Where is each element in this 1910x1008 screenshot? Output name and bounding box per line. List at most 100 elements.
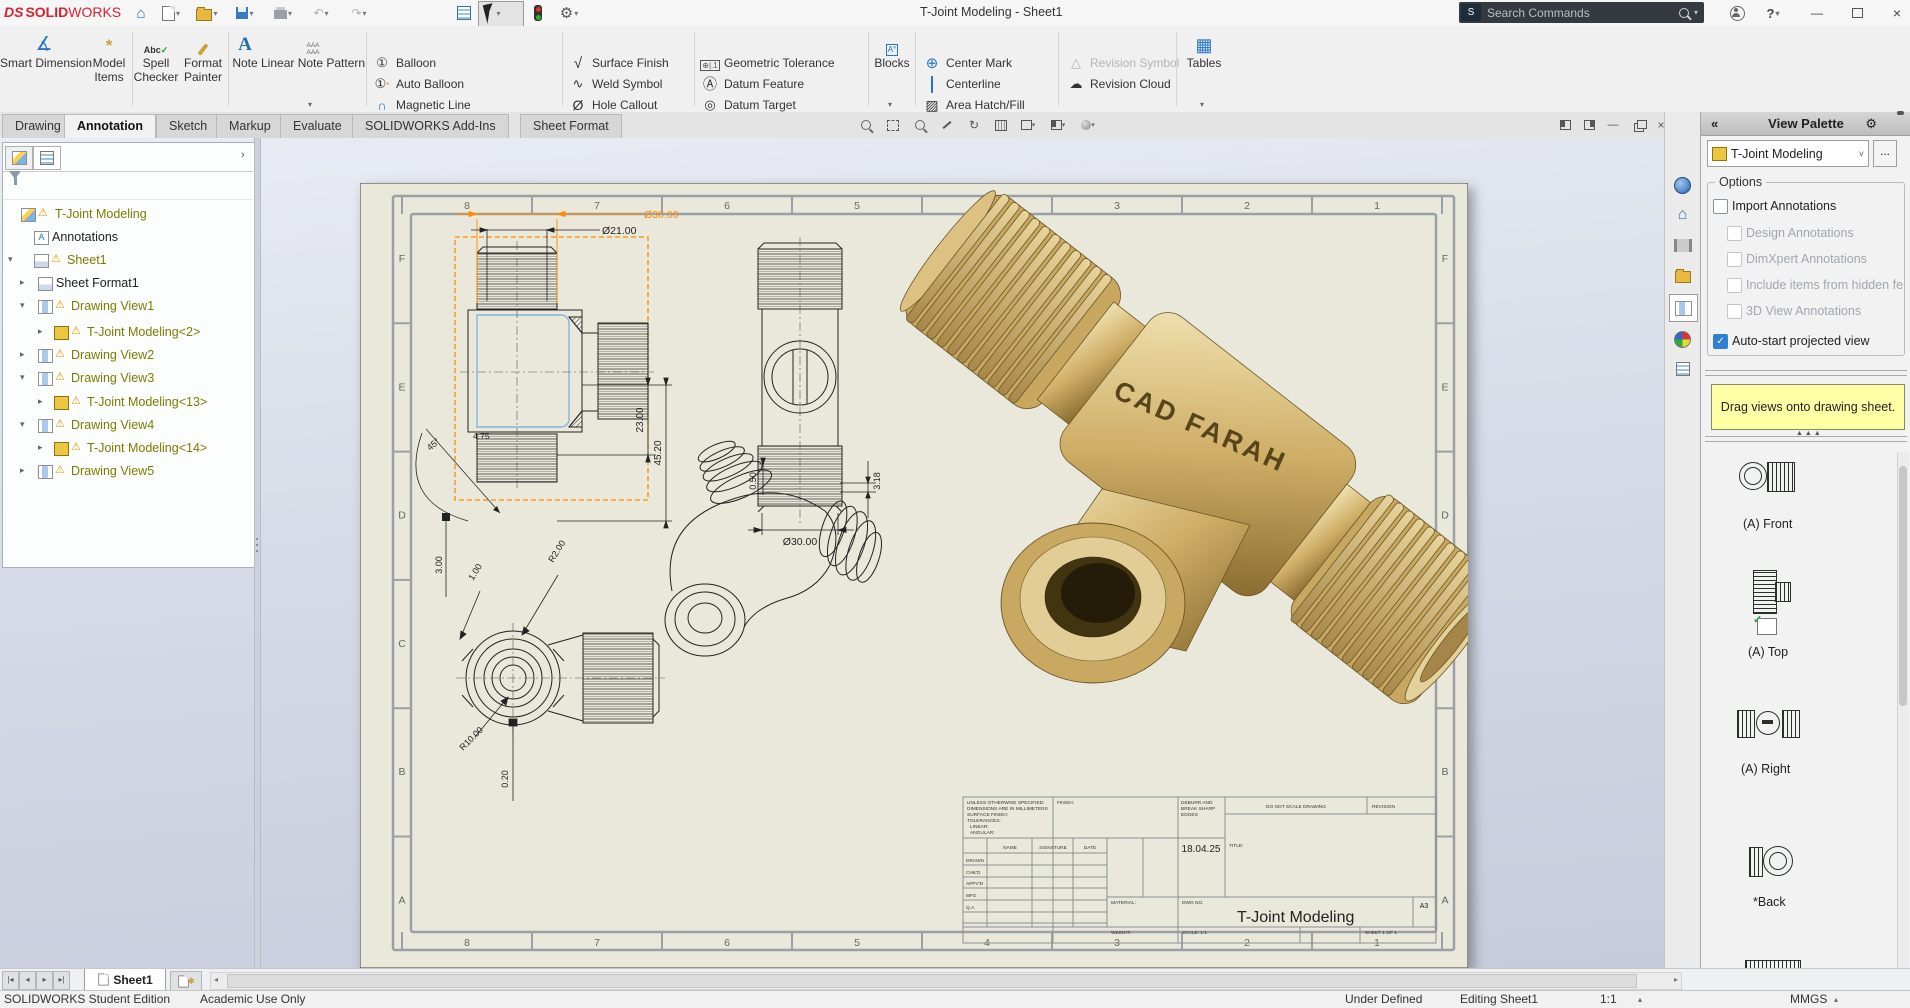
tree-item-drawing-view5[interactable]: ▸ ⚠ Drawing View5 <box>3 462 255 481</box>
note-button[interactable]: A Note <box>229 30 261 70</box>
tree-item-drawing-view3[interactable]: ▾ ⚠ Drawing View3 <box>3 369 255 388</box>
zoom-to-area-icon[interactable] <box>883 116 903 134</box>
close-button[interactable]: × <box>1886 3 1908 23</box>
resize-grip-dots[interactable]: ▲▲▲ <box>1796 430 1823 437</box>
rotate-view-icon[interactable]: ↻ <box>964 116 984 134</box>
file-properties-button[interactable] <box>453 3 475 23</box>
search-controls[interactable]: ▾ <box>1679 8 1698 18</box>
smart-dimension-button[interactable]: ∡ Smart Dimension <box>0 30 88 70</box>
tree-item-root[interactable]: ⚠ T-Joint Modeling <box>3 205 255 224</box>
dock-pane-left-icon[interactable] <box>1556 118 1574 132</box>
dimension-label[interactable]: Ø21.00 <box>602 225 637 237</box>
home-button[interactable]: ⌂ <box>130 3 152 23</box>
panel-splitter[interactable] <box>254 138 261 968</box>
last-sheet-button[interactable]: ▸| <box>53 971 70 990</box>
scroll-left-arrow[interactable]: ◂ <box>214 975 218 984</box>
group-expand-caret[interactable]: ▾ <box>308 100 312 109</box>
design-annotations-checkbox[interactable] <box>1727 226 1742 241</box>
datum-feature-button[interactable]: ⒶDatum Feature <box>700 74 804 94</box>
thumbnail-front-view[interactable] <box>1739 460 1797 492</box>
blocks-button[interactable]: A° Blocks <box>870 30 914 70</box>
minimize-button[interactable]: — <box>1806 3 1828 23</box>
collapse-pane-icon[interactable]: « <box>1711 112 1718 135</box>
custom-properties-icon[interactable] <box>1669 356 1696 382</box>
tree-item-sheet1[interactable]: ▾ ⚠ Sheet1 <box>3 251 255 270</box>
center-mark-button[interactable]: ⊕Center Mark <box>922 53 1012 73</box>
view-palette-pane-icon[interactable] <box>1669 294 1698 322</box>
tab-annotation[interactable]: Annotation <box>64 114 156 138</box>
dimension-label[interactable]: Ø30.00 <box>783 536 818 548</box>
expand-arrow-icon[interactable]: ▸ <box>38 326 43 337</box>
user-account-icon[interactable] <box>1726 3 1748 23</box>
zoom-in-out-icon[interactable] <box>910 116 930 134</box>
tree-item-annotations[interactable]: A Annotations <box>3 228 255 247</box>
expand-arrow-icon[interactable]: ▸ <box>20 465 25 476</box>
display-style-icon[interactable]: ▾ <box>1048 116 1068 134</box>
next-sheet-button[interactable]: ▸ <box>36 971 53 990</box>
sheet-scale-selector[interactable]: 1:1 <box>1600 992 1617 1006</box>
tree-item-drawing-view2[interactable]: ▸ ⚠ Drawing View2 <box>3 346 255 365</box>
expand-arrow-icon[interactable]: ▸ <box>38 396 43 407</box>
thumbnail-right-view[interactable] <box>1737 710 1799 736</box>
scroll-right-arrow[interactable]: ▸ <box>1674 975 1678 984</box>
add-sheet-tab[interactable]: ✱ <box>170 971 202 991</box>
options-gear-button[interactable]: ⚙▾ <box>558 3 580 23</box>
undo-button[interactable]: ↶▾ <box>310 3 332 23</box>
tab-markup[interactable]: Markup <box>216 114 284 138</box>
drawing-sheet[interactable]: 8877665544332211FFEEDDCCBBAA <box>360 183 1468 968</box>
tree-item-part-ref-2[interactable]: ▸ ⚠ T-Joint Modeling<2> <box>3 323 255 342</box>
view-palette-header[interactable]: « View Palette ⚙ <box>1701 112 1910 136</box>
dimension-label[interactable]: 23.00 <box>635 407 646 432</box>
dimension-label[interactable]: 4.75 <box>473 431 490 441</box>
expand-arrow-icon[interactable]: ▸ <box>20 349 25 360</box>
feature-tree-tab[interactable] <box>5 146 33 170</box>
property-tab[interactable] <box>33 146 61 170</box>
3d-view-annotations-checkbox[interactable] <box>1727 304 1742 319</box>
select-cursor-icon[interactable]: ▾ <box>482 3 504 23</box>
expand-arrow-icon[interactable]: ▸ <box>20 277 25 288</box>
tab-sketch[interactable]: Sketch <box>156 114 220 138</box>
tree-item-part-ref-14[interactable]: ▸ ⚠ T-Joint Modeling<14> <box>3 439 255 458</box>
include-hidden-features-checkbox[interactable] <box>1727 278 1742 293</box>
dimension-label[interactable]: 3.00 <box>434 556 444 574</box>
first-sheet-button[interactable]: |◂ <box>2 971 19 990</box>
dimension-label[interactable]: 45.20 <box>653 440 664 465</box>
tables-expand-caret[interactable]: ▾ <box>1200 100 1204 109</box>
centerline-button[interactable]: Centerline <box>922 74 1001 94</box>
revision-cloud-button[interactable]: ☁Revision Cloud <box>1066 74 1171 94</box>
spell-checker-button[interactable]: Abc✓ SpellChecker <box>133 30 179 84</box>
auto-balloon-button[interactable]: ①*Auto Balloon <box>372 74 464 94</box>
thumbnail-back-view[interactable] <box>1749 844 1795 878</box>
balloon-button[interactable]: ①Balloon <box>372 53 436 73</box>
dimension-label[interactable]: 3.18 <box>872 472 882 490</box>
tree-item-drawing-view1[interactable]: ▾ ⚠ Drawing View1 <box>3 297 255 316</box>
tab-sheet-format[interactable]: Sheet Format <box>520 114 622 138</box>
units-selector[interactable]: MMGS <box>1790 992 1827 1006</box>
save-button[interactable]: ▾ <box>234 3 256 23</box>
expand-panel-chevron[interactable]: › <box>241 149 245 161</box>
revision-symbol-button[interactable]: △Revision Symbol <box>1066 53 1179 73</box>
sheet1-tab[interactable]: Sheet1 <box>84 969 166 991</box>
new-document-button[interactable]: ▾ <box>160 3 182 23</box>
redo-button[interactable]: ↷▾ <box>348 3 370 23</box>
collapse-arrow-icon[interactable]: ▾ <box>20 372 25 383</box>
palette-scrollbar[interactable] <box>1897 452 1909 990</box>
linear-note-pattern-button[interactable]: AAAAAA Linear Note Pattern <box>261 30 365 70</box>
import-annotations-checkbox[interactable] <box>1713 199 1728 214</box>
search-commands-box[interactable]: S Search Commands ▾ <box>1459 2 1704 23</box>
document-selector-dropdown[interactable]: T-Joint Modeling ˅ <box>1707 140 1869 167</box>
doc-minimize-icon[interactable]: — <box>1604 118 1622 132</box>
sketch-grid-icon[interactable] <box>991 116 1011 134</box>
model-items-button[interactable]: * ModelItems <box>88 30 130 84</box>
view-settings-icon[interactable]: ▾ <box>1078 116 1098 134</box>
maximize-button[interactable] <box>1846 3 1868 23</box>
tree-item-part-ref-13[interactable]: ▸ ⚠ T-Joint Modeling<13> <box>3 393 255 412</box>
thumbnail-top-view[interactable] <box>1753 570 1789 612</box>
blocks-expand-caret[interactable]: ▾ <box>888 100 892 109</box>
tree-item-sheet-format1[interactable]: ▸ Sheet Format1 <box>3 274 255 293</box>
view-orientation-icon[interactable]: ▾ <box>1018 116 1038 134</box>
dimension-label[interactable]: Ø30.00 <box>644 209 679 221</box>
help-button[interactable]: ?▾ <box>1762 3 1784 23</box>
collapse-arrow-icon[interactable]: ▾ <box>20 419 25 430</box>
home-pane-icon[interactable]: ⌂ <box>1669 202 1696 228</box>
